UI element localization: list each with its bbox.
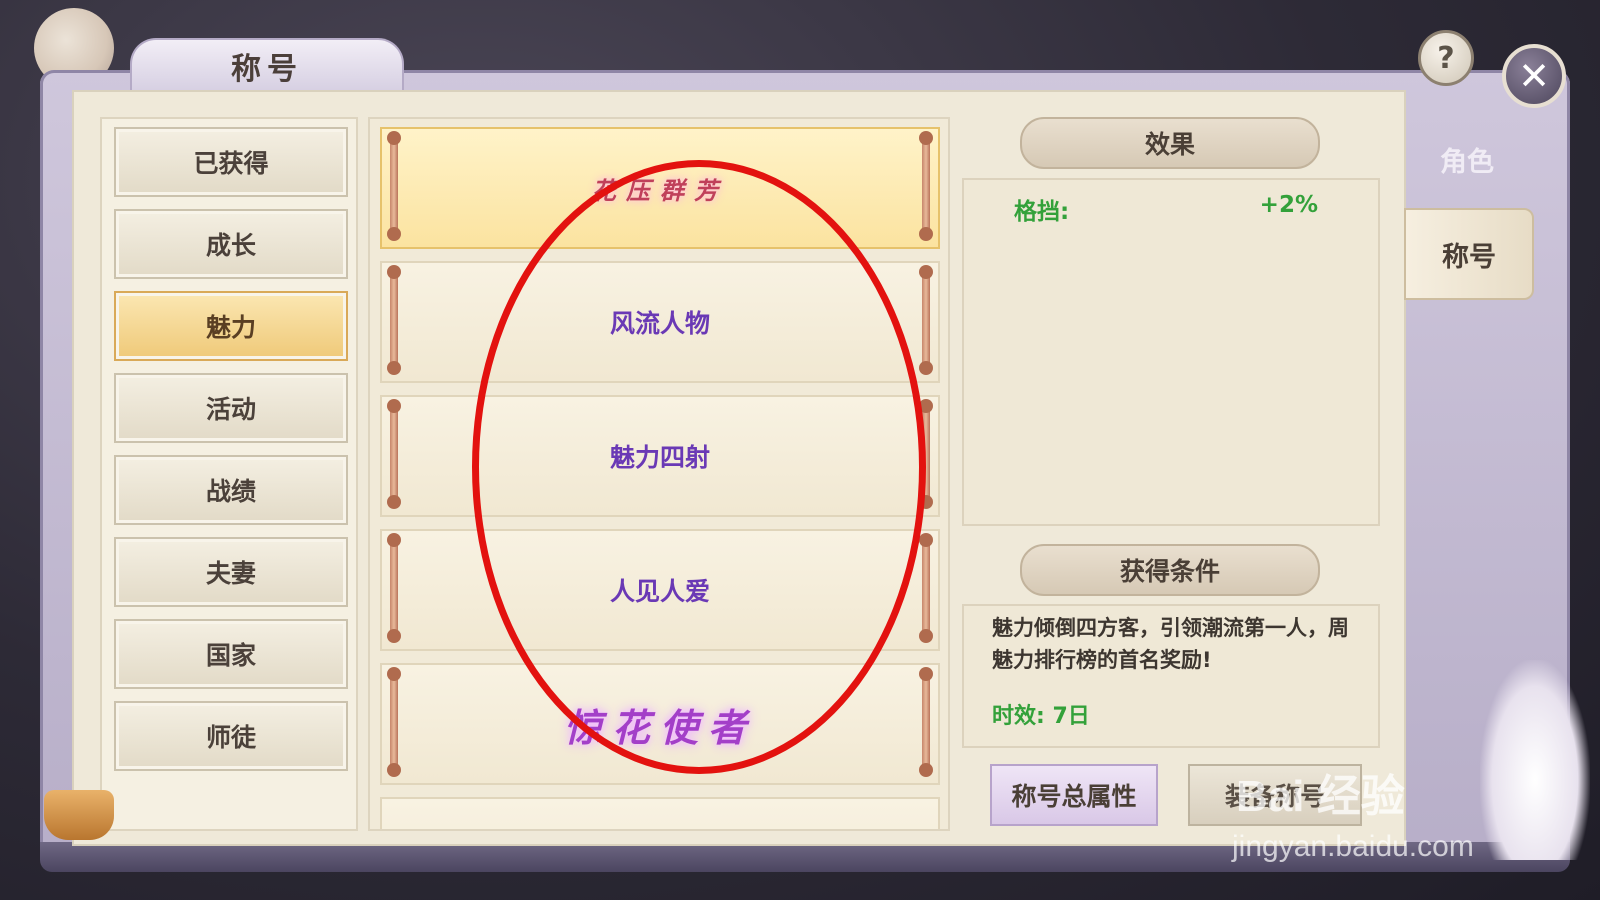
category-list: 已获得 成长 魅力 活动 战绩 夫妻 国家 师徒 bbox=[100, 117, 358, 831]
title-label: 魅力四射 bbox=[609, 443, 710, 472]
title-item[interactable]: 风流人物 bbox=[380, 261, 940, 383]
effect-box: 格挡: +2% bbox=[962, 178, 1380, 526]
category-mentor[interactable]: 师徒 bbox=[114, 701, 348, 771]
title-item[interactable] bbox=[380, 797, 940, 829]
category-nation[interactable]: 国家 bbox=[114, 619, 348, 689]
condition-header: 获得条件 bbox=[1020, 544, 1320, 596]
stat-name: 格挡: bbox=[1014, 199, 1070, 225]
title-label: 风流人物 bbox=[609, 309, 710, 338]
effect-header: 效果 bbox=[1020, 117, 1320, 169]
title-list: 花压群芳 风流人物 魅力四射 人见人爱 惊花使者 bbox=[368, 117, 950, 831]
game-screen: 称号 ? ✕ 已获得 成长 魅力 活动 战绩 夫妻 国家 师徒 花压群芳 风流人… bbox=[0, 0, 1600, 900]
duration-text: 时效: 7日 bbox=[992, 704, 1090, 729]
tab-character[interactable]: 角色 bbox=[1404, 115, 1530, 203]
category-record[interactable]: 战绩 bbox=[114, 455, 348, 525]
incense-burner-decoration bbox=[44, 790, 114, 840]
category-activity[interactable]: 活动 bbox=[114, 373, 348, 443]
fox-decoration bbox=[1480, 660, 1590, 860]
title-item[interactable]: 人见人爱 bbox=[380, 529, 940, 651]
window-title: 称号 bbox=[231, 52, 303, 87]
title-item[interactable]: 惊花使者 bbox=[380, 663, 940, 785]
stat-value: +2% bbox=[1259, 192, 1318, 218]
title-label: 惊花使者 bbox=[563, 704, 756, 750]
question-icon: ? bbox=[1437, 40, 1455, 76]
close-icon: ✕ bbox=[1518, 54, 1550, 98]
title-label: 花压群芳 bbox=[592, 175, 728, 205]
category-growth[interactable]: 成长 bbox=[114, 209, 348, 279]
title-label: 人见人爱 bbox=[609, 577, 710, 606]
watermark-url: jingyan.baidu.com bbox=[1232, 830, 1474, 863]
total-attributes-button[interactable]: 称号总属性 bbox=[990, 764, 1158, 826]
category-obtained[interactable]: 已获得 bbox=[114, 127, 348, 197]
tab-title[interactable]: 称号 bbox=[1404, 208, 1534, 300]
condition-box: 魅力倾倒四方客，引领潮流第一人，周魅力排行榜的首名奖励! 时效: 7日 bbox=[962, 604, 1380, 748]
window-title-tab: 称号 bbox=[130, 38, 404, 92]
watermark-brand: Bai 经验 bbox=[1236, 772, 1405, 821]
title-item[interactable]: 魅力四射 bbox=[380, 395, 940, 517]
effect-row: 格挡: +2% bbox=[1014, 192, 1318, 226]
help-button[interactable]: ? bbox=[1418, 30, 1474, 86]
close-button[interactable]: ✕ bbox=[1502, 44, 1566, 108]
category-couple[interactable]: 夫妻 bbox=[114, 537, 348, 607]
category-charm[interactable]: 魅力 bbox=[114, 291, 348, 361]
condition-text: 魅力倾倒四方客，引领潮流第一人，周魅力排行榜的首名奖励! bbox=[992, 616, 1349, 672]
title-item[interactable]: 花压群芳 bbox=[380, 127, 940, 249]
